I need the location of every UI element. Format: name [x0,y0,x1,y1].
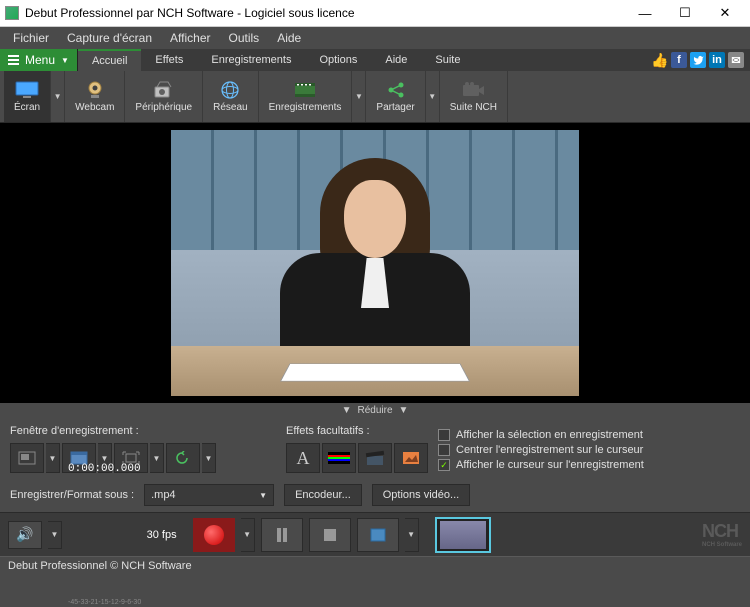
fullscreen-dropdown[interactable]: ▼ [150,443,164,473]
toolbar-enregistrements-dropdown[interactable]: ▼ [352,71,366,122]
maximize-button[interactable]: ☐ [665,0,705,27]
snapshot-dropdown[interactable]: ▼ [405,518,419,552]
window-mode-1-button[interactable] [10,443,44,473]
tab-enregistrements[interactable]: Enregistrements [197,49,305,71]
record-button[interactable] [193,518,235,552]
preview-area [0,123,750,403]
effects-panel: Effets facultatifs : A [286,425,428,474]
hamburger-icon [8,55,19,65]
toolbar-partager-dropdown[interactable]: ▼ [426,71,440,122]
film-icon [293,80,317,100]
reset-button[interactable] [166,443,200,473]
snapshot-button[interactable] [357,518,399,552]
checkbox-icon [438,429,450,441]
checkbox-show-cursor[interactable]: ✓ Afficher le curseur sur l'enregistreme… [438,459,740,471]
share-icon [384,80,408,100]
sound-button[interactable]: 🔊 [8,521,42,549]
camera-icon [461,80,485,100]
linkedin-icon[interactable]: in [709,52,725,68]
social-icons: 👍 f in ✉ [652,49,750,71]
tab-options[interactable]: Options [305,49,371,71]
webcam-icon [83,80,107,100]
stop-button[interactable] [309,518,351,552]
nch-logo: NCH NCH Software [702,521,742,548]
preview-image [171,130,579,396]
checkbox-icon [438,444,450,456]
tab-aide[interactable]: Aide [371,49,421,71]
network-icon [218,80,242,100]
close-button[interactable]: ✕ [705,0,745,27]
video-options-button[interactable]: Options vidéo... [372,484,470,506]
record-icon [204,525,224,545]
pause-button[interactable] [261,518,303,552]
device-icon [152,80,176,100]
timecode: 0:00:00.000 [68,463,141,475]
toolbar-enregistrements[interactable]: Enregistrements [259,71,353,122]
image-effect-button[interactable] [394,443,428,473]
toolbar-webcam[interactable]: Webcam [65,71,125,122]
fps-display: 30 fps [147,529,177,541]
tab-effets[interactable]: Effets [141,49,197,71]
tab-suite[interactable]: Suite [421,49,474,71]
facebook-icon[interactable]: f [671,52,687,68]
toolbar-peripherique[interactable]: Périphérique [125,71,203,122]
level-meter: -45-33-21-15-12-9-6-30 [68,476,141,606]
toolbar-suite-nch[interactable]: Suite NCH [440,71,508,122]
menu-capture[interactable]: Capture d'écran [58,29,161,47]
chevron-down-icon: ▼ [399,405,409,416]
toolbar-ecran[interactable]: Écran [4,71,51,122]
ribbon-tabs: Menu ▼ Accueil Effets Enregistrements Op… [0,49,750,71]
text-effect-button[interactable]: A [286,443,320,473]
mail-icon[interactable]: ✉ [728,52,744,68]
menubar: Fichier Capture d'écran Afficher Outils … [0,27,750,49]
menu-button-label: Menu [25,53,55,67]
titlebar: Debut Professionnel par NCH Software - L… [0,0,750,27]
record-dropdown[interactable]: ▼ [241,518,255,552]
checkbox-show-selection[interactable]: Afficher la sélection en enregistrement [438,429,740,441]
clapper-effect-button[interactable] [358,443,392,473]
recording-thumbnail[interactable] [435,517,491,553]
recording-options: Afficher la sélection en enregistrement … [438,425,740,474]
checkbox-center-cursor[interactable]: Centrer l'enregistrement sur le curseur [438,444,740,456]
like-icon[interactable]: 👍 [652,52,668,68]
menu-afficher[interactable]: Afficher [161,29,219,47]
menu-fichier[interactable]: Fichier [4,29,58,47]
app-icon [5,6,19,20]
tab-accueil[interactable]: Accueil [78,49,141,71]
toolbar-reseau[interactable]: Réseau [203,71,258,122]
minimize-button[interactable]: — [625,0,665,27]
toolbar: Écran ▼ Webcam Périphérique Réseau Enreg… [0,71,750,123]
transport-bar: 🔊 ▼ 0:00:00.000 -45-33-21-15-12-9-6-30 3… [0,512,750,556]
reset-dropdown[interactable]: ▼ [202,443,216,473]
window-title: Debut Professionnel par NCH Software - L… [25,6,625,20]
sound-dropdown[interactable]: ▼ [48,521,62,549]
window-mode-1-dropdown[interactable]: ▼ [46,443,60,473]
color-effect-button[interactable] [322,443,356,473]
encoder-button[interactable]: Encodeur... [284,484,362,506]
twitter-icon[interactable] [690,52,706,68]
toolbar-partager[interactable]: Partager [366,71,425,122]
collapse-button[interactable]: ▼ Réduire ▼ [0,403,750,417]
monitor-icon [15,80,39,100]
toolbar-ecran-dropdown[interactable]: ▼ [51,71,65,122]
checkbox-checked-icon: ✓ [438,459,450,471]
menu-aide[interactable]: Aide [268,29,310,47]
menu-dropdown-button[interactable]: Menu ▼ [0,49,78,71]
chevron-down-icon: ▼ [342,405,352,416]
format-select[interactable]: .mp4 ▼ [144,484,274,506]
chevron-down-icon: ▼ [259,491,267,500]
chevron-down-icon: ▼ [61,56,69,65]
menu-outils[interactable]: Outils [220,29,269,47]
